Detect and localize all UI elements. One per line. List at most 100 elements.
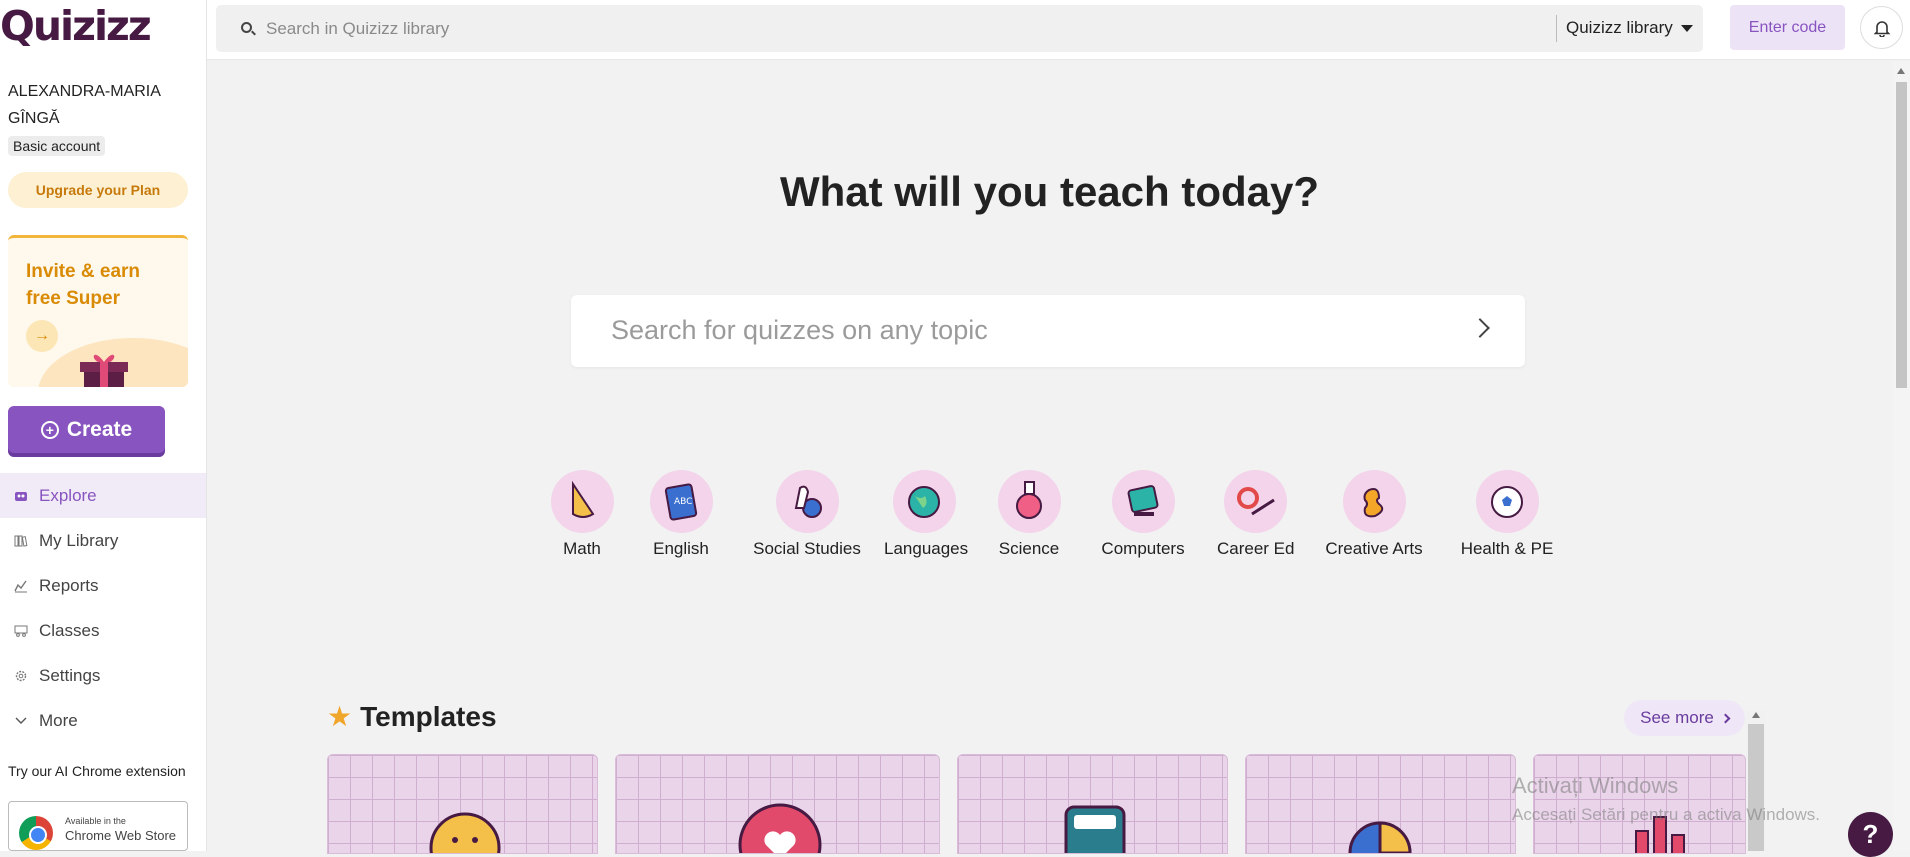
notifications-button[interactable]: [1860, 6, 1903, 49]
sidebar-item-label: More: [39, 710, 78, 730]
subject-english[interactable]: ABC English: [647, 470, 715, 559]
sidebar-item-explore[interactable]: Explore: [0, 473, 206, 518]
invite-earn-card[interactable]: Invite & earn free Super →: [8, 235, 188, 387]
create-button[interactable]: + Create: [8, 406, 165, 453]
topic-search-input[interactable]: Search for quizzes on any topic: [571, 295, 1525, 367]
chrome-icon: [19, 816, 53, 850]
chrome-extension-promo: Try our AI Chrome extension: [8, 763, 186, 779]
top-bar: Search in Quizizz library Quizizz librar…: [207, 0, 1910, 60]
template-card[interactable]: [615, 754, 940, 854]
sidebar-item-classes[interactable]: Classes: [0, 608, 206, 653]
arrow-right-icon[interactable]: →: [26, 320, 58, 352]
page-title: What will you teach today?: [779, 168, 1320, 215]
sidebar-item-more[interactable]: More: [0, 698, 206, 743]
sidebar: Quizizz ALEXANDRA-MARIA GÎNGĂ Basic acco…: [0, 0, 207, 851]
template-card[interactable]: [957, 754, 1228, 854]
topic-search-placeholder: Search for quizzes on any topic: [611, 315, 988, 345]
template-card[interactable]: [1245, 754, 1516, 854]
library-select-value: Quizizz library: [1566, 18, 1673, 37]
scroll-up-arrow-icon[interactable]: [1897, 68, 1905, 74]
subject-label: Creative Arts: [1325, 539, 1423, 558]
subject-label: English: [653, 539, 709, 558]
caret-down-icon: [1680, 24, 1693, 32]
templates-scrollbar[interactable]: [1746, 710, 1766, 851]
help-button[interactable]: ?: [1848, 812, 1893, 857]
subject-label: Math: [563, 539, 601, 558]
subject-creative-arts[interactable]: Creative Arts: [1325, 470, 1423, 559]
templates-title: Templates: [360, 700, 497, 732]
search-icon: [241, 22, 252, 33]
flask-icon: [997, 470, 1061, 533]
subject-label: Languages: [884, 539, 969, 558]
smiley-icon: [429, 812, 501, 853]
sidebar-item-label: Classes: [39, 620, 100, 640]
chevron-right-icon: [1720, 713, 1731, 723]
subject-label: Computers: [1101, 539, 1185, 558]
windows-activation-watermark: Activați Windows: [1512, 773, 1679, 798]
create-button-label: Create: [66, 417, 133, 441]
sidebar-item-reports[interactable]: Reports: [0, 563, 206, 608]
subject-science[interactable]: Science: [997, 470, 1061, 559]
library-search-placeholder: Search in Quizizz library: [266, 19, 450, 38]
scroll-up-arrow-icon[interactable]: [1752, 712, 1760, 718]
subject-label: Career Ed: [1217, 539, 1295, 558]
template-card[interactable]: [327, 754, 598, 854]
bell-icon: [1873, 20, 1890, 37]
user-name: ALEXANDRA-MARIA GÎNGĂ: [8, 83, 161, 127]
account-type-badge: Basic account: [8, 136, 106, 156]
subject-languages[interactable]: Languages: [884, 470, 969, 559]
math-cone-icon: [551, 470, 614, 533]
sidebar-item-settings[interactable]: Settings: [0, 653, 206, 698]
sidebar-item-label: Reports: [39, 575, 99, 595]
sidebar-item-label: Explore: [39, 485, 97, 505]
svg-text:ABC: ABC: [674, 497, 692, 507]
library-icon: [14, 535, 28, 547]
subject-health-pe[interactable]: Health & PE: [1459, 470, 1555, 559]
sidebar-item-my-library[interactable]: My Library: [0, 518, 206, 563]
chevron-down-icon: [15, 717, 27, 724]
subject-social-studies[interactable]: Social Studies: [747, 470, 867, 559]
page-scrollbar[interactable]: [1893, 62, 1910, 851]
classes-icon: [14, 625, 28, 637]
plus-circle-icon: +: [40, 420, 59, 439]
subject-career-ed[interactable]: Career Ed: [1217, 470, 1295, 559]
windows-activation-subtext: Accesați Setări pentru a activa Windows.: [1512, 805, 1821, 824]
soccer-ball-icon: [1475, 470, 1539, 533]
see-more-button[interactable]: See more: [1624, 700, 1745, 736]
globe-icon: [892, 470, 956, 533]
explore-icon: [15, 491, 27, 501]
chrome-badge-big-text: Chrome Web Store: [65, 828, 177, 843]
library-search-input[interactable]: Search in Quizizz library Quizizz librar…: [216, 5, 1703, 52]
subject-label: Social Studies: [753, 539, 861, 558]
chrome-web-store-badge[interactable]: Available in the Chrome Web Store: [8, 801, 188, 851]
english-book-icon: ABC: [649, 470, 713, 533]
pie-chart-icon: [1348, 821, 1412, 853]
upgrade-plan-button[interactable]: Upgrade your Plan: [8, 172, 188, 208]
subject-label: Science: [998, 539, 1060, 558]
creative-arts-icon: [1342, 470, 1406, 533]
page-scroll-thumb[interactable]: [1896, 82, 1907, 388]
see-more-label: See more: [1640, 708, 1714, 727]
templates-scroll-thumb[interactable]: [1748, 724, 1764, 851]
templates-header: ★ Templates: [327, 700, 497, 733]
chrome-badge-small-text: Available in the: [65, 816, 126, 826]
quizizz-logo[interactable]: Quizizz: [0, 2, 152, 50]
template-card[interactable]: [1533, 754, 1746, 854]
settings-icon: [15, 670, 27, 681]
search-divider: [1556, 15, 1557, 42]
calculator-icon: [1064, 805, 1126, 853]
career-icon: [1223, 470, 1287, 533]
chevron-right-icon[interactable]: [1470, 318, 1490, 338]
sidebar-item-label: Settings: [39, 665, 101, 685]
invite-earn-text: Invite & earn free Super: [26, 261, 141, 309]
subject-label: Health & PE: [1460, 539, 1554, 558]
enter-code-button[interactable]: Enter code: [1730, 5, 1845, 50]
sidebar-item-label: My Library: [39, 530, 119, 550]
sidebar-nav: Explore My Library Reports Classes Setti…: [0, 473, 206, 743]
star-icon: ★: [327, 701, 353, 732]
social-studies-icon: [775, 470, 839, 533]
subject-math[interactable]: Math: [551, 470, 614, 559]
library-select-dropdown[interactable]: Quizizz library: [1566, 18, 1693, 38]
subject-computers[interactable]: Computers: [1098, 470, 1188, 559]
reports-icon: [14, 580, 27, 592]
